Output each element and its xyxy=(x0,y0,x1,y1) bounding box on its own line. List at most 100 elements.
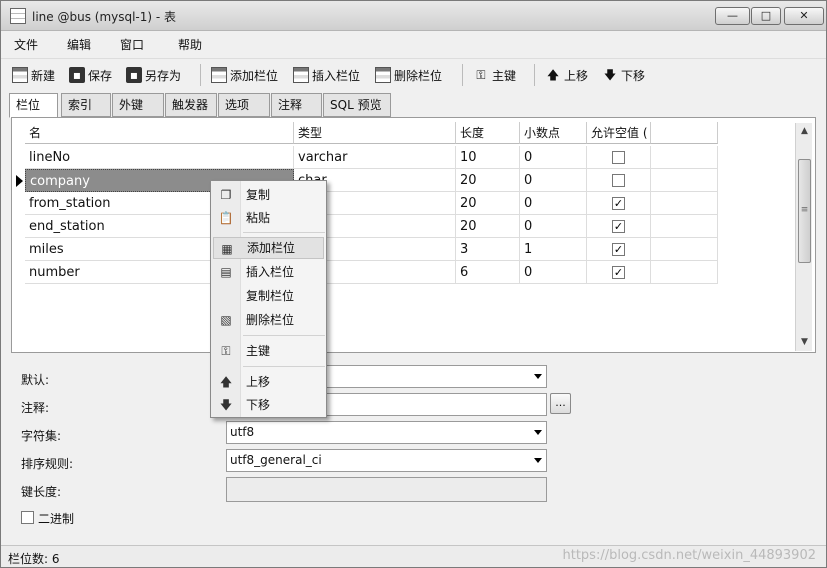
field-decimals-cell[interactable]: 0 xyxy=(520,146,587,169)
field-length-cell[interactable]: 10 xyxy=(456,146,520,169)
field-extra-cell xyxy=(651,192,718,215)
grid-vertical-scrollbar[interactable]: ▲ ≡ ▼ xyxy=(795,123,812,351)
field-nullable-cell[interactable]: ✓ xyxy=(587,261,651,284)
paste-icon: 📋 xyxy=(218,211,234,225)
tab-indexes[interactable]: 索引 xyxy=(61,93,111,117)
column-header-type[interactable]: 类型 xyxy=(294,122,456,144)
chevron-down-icon xyxy=(534,458,542,463)
table-icon xyxy=(10,8,26,24)
ctx-delete-field[interactable]: ▧ 删除栏位 xyxy=(213,309,324,331)
charset-dropdown[interactable]: utf8 xyxy=(226,421,547,444)
save-as-icon: ▪ xyxy=(126,67,142,83)
move-up-label: 上移 xyxy=(564,68,589,83)
insert-field-button[interactable]: 插入栏位 xyxy=(293,65,360,85)
add-field-button[interactable]: 添加栏位 xyxy=(211,65,278,85)
tab-foreign-keys[interactable]: 外键 xyxy=(112,93,164,117)
close-button[interactable]: ✕ xyxy=(784,7,824,25)
column-header-nullable[interactable]: 允许空值 ( xyxy=(587,122,651,144)
field-decimals-cell[interactable]: 0 xyxy=(520,261,587,284)
column-header-length[interactable]: 长度 xyxy=(456,122,520,144)
ctx-primary-key-label: 主键 xyxy=(246,344,271,358)
delete-field-button[interactable]: 删除栏位 xyxy=(375,65,442,85)
field-decimals-cell[interactable]: 0 xyxy=(520,169,587,192)
nullable-checkbox[interactable]: ✓ xyxy=(612,243,625,256)
maximize-button[interactable]: □ xyxy=(751,7,781,25)
save-button[interactable]: ▪ 保存 xyxy=(69,65,112,85)
field-length-cell[interactable]: 3 xyxy=(456,238,520,261)
field-length-cell[interactable]: 20 xyxy=(456,169,520,192)
comment-edit-button[interactable]: ... xyxy=(550,393,571,414)
ctx-paste-label: 粘贴 xyxy=(246,211,271,225)
nullable-checkbox[interactable] xyxy=(612,151,625,164)
field-type-cell[interactable]: varchar xyxy=(294,146,456,169)
ctx-move-down-label: 下移 xyxy=(246,398,271,412)
column-header-decimals[interactable]: 小数点 xyxy=(520,122,587,144)
scroll-up-arrow-icon[interactable]: ▲ xyxy=(796,123,813,140)
arrow-down-icon: 🡇 xyxy=(219,398,233,412)
nullable-checkbox[interactable]: ✓ xyxy=(612,197,625,210)
field-nullable-cell[interactable]: ✓ xyxy=(587,192,651,215)
arrow-up-icon: 🡅 xyxy=(546,68,560,82)
ctx-move-down[interactable]: 🡇 下移 xyxy=(213,394,324,416)
column-header-name[interactable]: 名 xyxy=(25,122,294,144)
ctx-insert-field[interactable]: ▤ 插入栏位 xyxy=(213,261,324,283)
ctx-primary-key[interactable]: ⚿ 主键 xyxy=(213,340,324,362)
menu-window[interactable]: 窗口 xyxy=(120,36,144,53)
move-down-button[interactable]: 🡇 下移 xyxy=(602,65,645,85)
field-length-cell[interactable]: 20 xyxy=(456,192,520,215)
nullable-checkbox[interactable]: ✓ xyxy=(612,266,625,279)
primary-key-button[interactable]: ⚿ 主键 xyxy=(473,65,516,85)
scroll-thumb[interactable]: ≡ xyxy=(798,159,811,263)
field-length-cell[interactable]: 20 xyxy=(456,215,520,238)
ctx-copy-field[interactable]: 复制栏位 xyxy=(213,285,324,307)
field-extra-cell xyxy=(651,215,718,238)
menu-edit[interactable]: 编辑 xyxy=(67,36,91,53)
ctx-add-field-label: 添加栏位 xyxy=(247,241,296,255)
column-header-extra xyxy=(651,122,718,144)
menu-file[interactable]: 文件 xyxy=(14,36,38,53)
binary-checkbox[interactable] xyxy=(21,511,34,524)
collation-dropdown[interactable]: utf8_general_ci xyxy=(226,449,547,472)
save-as-label: 另存为 xyxy=(145,68,182,83)
field-decimals-cell[interactable]: 0 xyxy=(520,215,587,238)
scroll-down-arrow-icon[interactable]: ▼ xyxy=(796,334,813,351)
tab-options[interactable]: 选项 xyxy=(218,93,270,117)
ctx-move-up[interactable]: 🡅 上移 xyxy=(213,371,324,393)
field-decimals-cell[interactable]: 0 xyxy=(520,192,587,215)
charset-value: utf8 xyxy=(230,425,255,439)
new-button[interactable]: 新建 xyxy=(12,65,55,85)
save-as-button[interactable]: ▪ 另存为 xyxy=(126,65,181,85)
field-length-cell[interactable]: 6 xyxy=(456,261,520,284)
ctx-copy[interactable]: ❐ 复制 xyxy=(213,184,324,206)
add-field-label: 添加栏位 xyxy=(230,68,279,83)
field-extra-cell xyxy=(651,261,718,284)
nullable-checkbox[interactable] xyxy=(612,174,625,187)
tab-fields[interactable]: 栏位 xyxy=(9,93,58,118)
tab-triggers[interactable]: 触发器 xyxy=(165,93,217,117)
insert-field-icon xyxy=(293,67,309,83)
ctx-copy-field-label: 复制栏位 xyxy=(246,289,295,303)
add-field-icon: ▦ xyxy=(221,242,233,256)
minimize-button[interactable]: — xyxy=(715,7,750,25)
insert-field-label: 插入栏位 xyxy=(312,68,361,83)
field-extra-cell xyxy=(651,238,718,261)
save-icon: ▪ xyxy=(69,67,85,83)
ctx-paste[interactable]: 📋 粘贴 xyxy=(213,207,324,229)
field-nullable-cell[interactable] xyxy=(587,146,651,169)
field-nullable-cell[interactable]: ✓ xyxy=(587,238,651,261)
field-decimals-cell[interactable]: 1 xyxy=(520,238,587,261)
field-nullable-cell[interactable] xyxy=(587,169,651,192)
key-length-label: 键长度: xyxy=(21,485,62,499)
menu-bar: 文件 编辑 窗口 帮助 xyxy=(1,32,826,56)
tab-comment[interactable]: 注释 xyxy=(271,93,322,117)
fields-grid: 名 类型 长度 小数点 允许空值 ( lineNo varchar 10 0 c… xyxy=(11,117,816,353)
comment-label: 注释: xyxy=(21,401,50,415)
menu-help[interactable]: 帮助 xyxy=(178,36,202,53)
field-name-cell[interactable]: lineNo xyxy=(25,146,294,169)
tab-sql-preview[interactable]: SQL 预览 xyxy=(323,93,391,117)
new-table-icon xyxy=(12,67,28,83)
nullable-checkbox[interactable]: ✓ xyxy=(612,220,625,233)
move-up-button[interactable]: 🡅 上移 xyxy=(545,65,588,85)
ctx-add-field[interactable]: ▦ 添加栏位 xyxy=(213,237,324,259)
field-nullable-cell[interactable]: ✓ xyxy=(587,215,651,238)
